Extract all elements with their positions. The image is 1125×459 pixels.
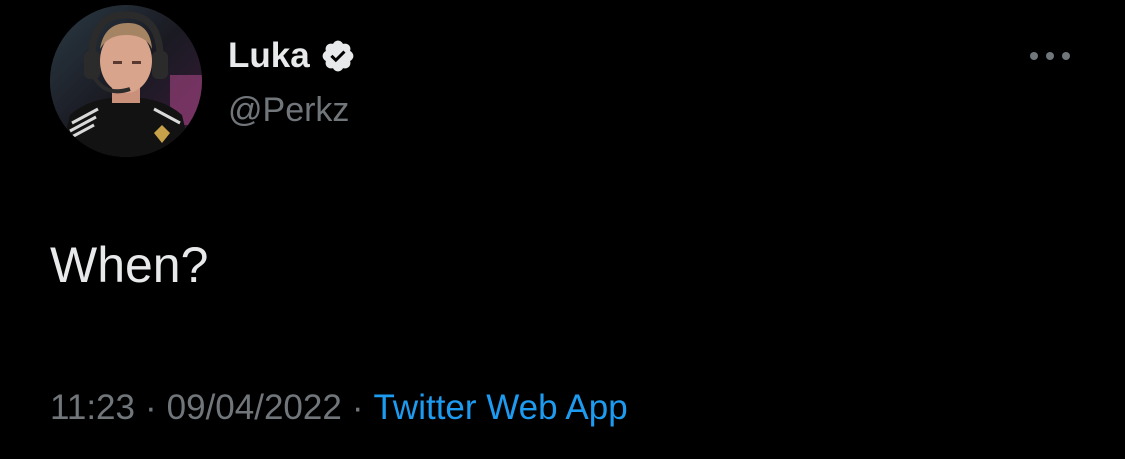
tweet-time[interactable]: 11:23 (50, 388, 135, 427)
author-display-name[interactable]: Luka (228, 34, 310, 78)
more-horizontal-icon (1030, 52, 1070, 60)
more-options-button[interactable] (1020, 36, 1080, 76)
avatar-image (50, 5, 202, 157)
meta-separator: · (351, 388, 364, 427)
tweet-text: When? (50, 237, 209, 293)
author-handle[interactable]: @Perkz (228, 88, 349, 132)
verified-badge-icon (320, 38, 356, 74)
author-avatar[interactable] (50, 5, 202, 157)
author-name-row: Luka (228, 34, 356, 78)
tweet-source-link[interactable]: Twitter Web App (373, 388, 627, 427)
tweet-metadata: 11:23 · 09/04/2022 · Twitter Web App (50, 385, 628, 431)
tweet-date[interactable]: 09/04/2022 (167, 388, 342, 427)
meta-separator: · (145, 388, 157, 427)
